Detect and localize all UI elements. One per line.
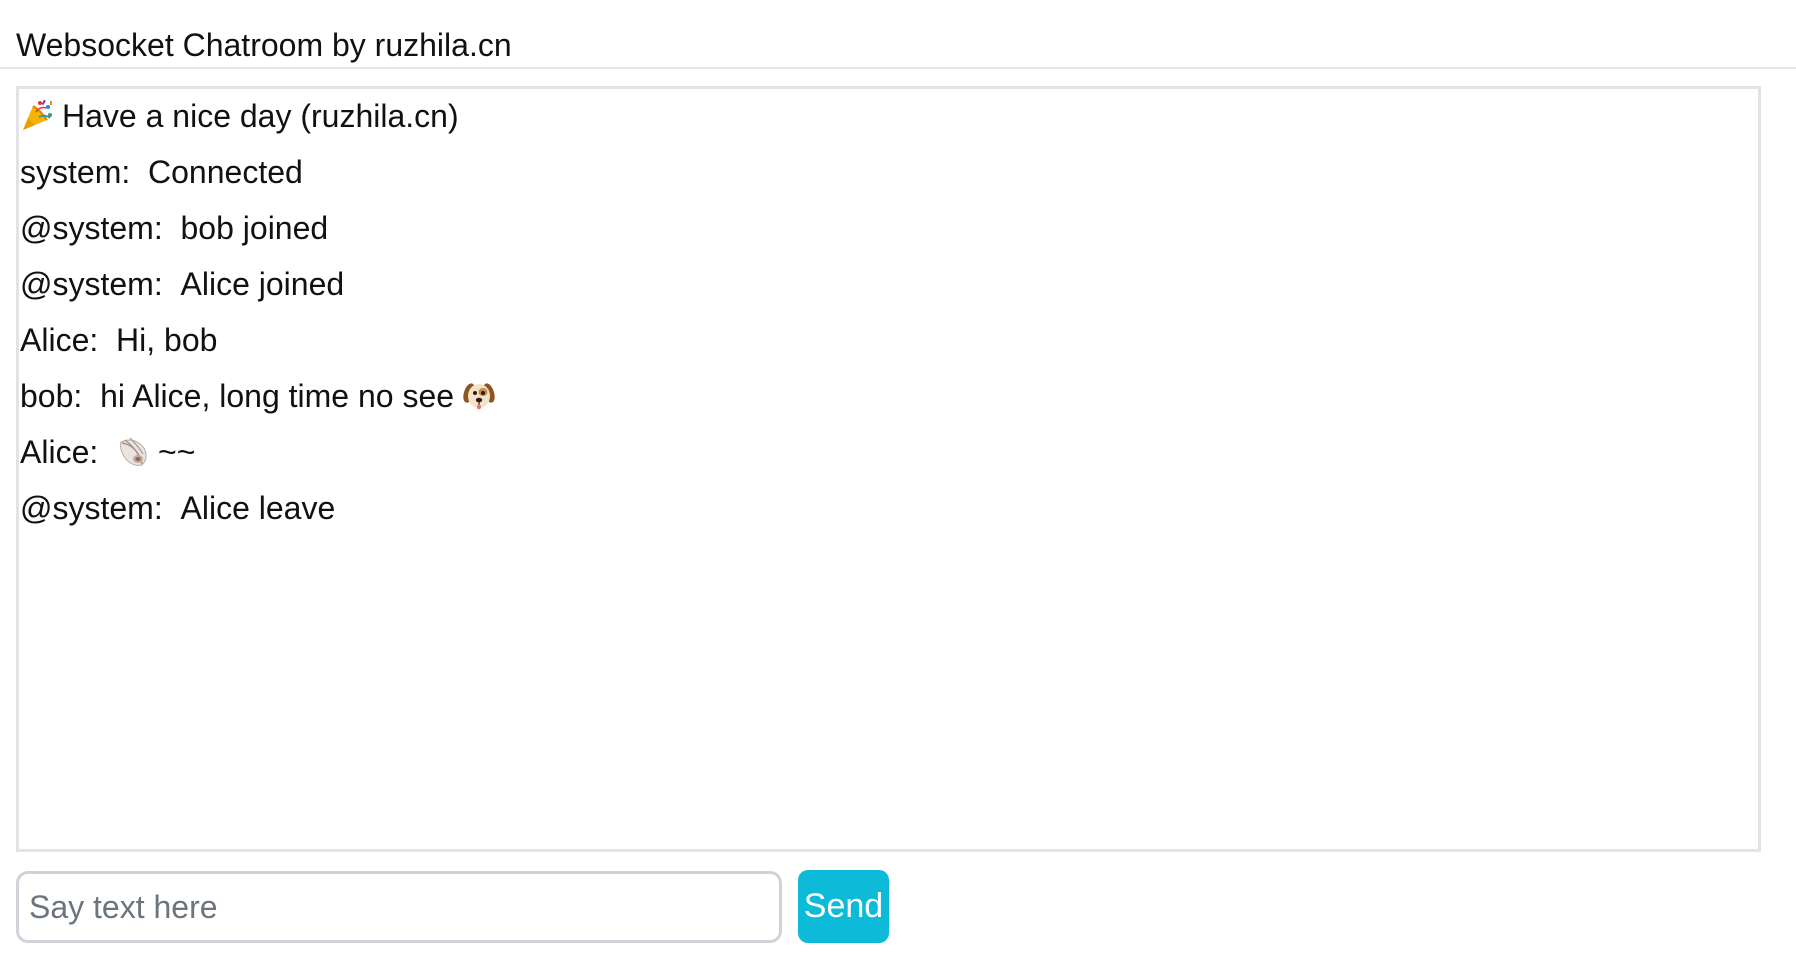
message-sender: Alice xyxy=(20,434,116,470)
spiral-shell-icon xyxy=(116,434,150,468)
send-button[interactable]: Send xyxy=(798,870,889,943)
message-text: Alice leave xyxy=(180,490,336,526)
message-text: Connected xyxy=(148,154,303,190)
chat-message: bobhi Alice, long time no see xyxy=(20,375,496,431)
party-popper-icon xyxy=(20,98,54,132)
dog-face-icon xyxy=(462,378,496,412)
chat-message: @systemAlice joined xyxy=(20,263,496,319)
message-sender: @system xyxy=(20,490,181,526)
message-text: hi Alice, long time no see xyxy=(100,378,455,414)
header: Websocket Chatroom by ruzhila.cn xyxy=(0,0,1796,69)
message-sender: Alice xyxy=(20,322,116,358)
message-text: Alice joined xyxy=(180,266,345,302)
message-input[interactable] xyxy=(16,871,782,943)
chat-log[interactable]: Have a nice day (ruzhila.cn) systemConne… xyxy=(16,86,1761,852)
banner-message: Have a nice day (ruzhila.cn) xyxy=(20,95,496,151)
message-text: ~~ xyxy=(158,434,196,470)
chat-message: @systemAlice leave xyxy=(20,487,496,543)
message-sender: system xyxy=(20,154,148,190)
page-title: Websocket Chatroom by ruzhila.cn xyxy=(16,27,512,63)
banner-text: Have a nice day (ruzhila.cn) xyxy=(62,98,459,134)
chatroom-page: Websocket Chatroom by ruzhila.cn Have a … xyxy=(0,0,1796,980)
message-text: Hi, bob xyxy=(116,322,218,358)
chat-message: systemConnected xyxy=(20,151,496,207)
message-sender: @system xyxy=(20,210,181,246)
message-sender: bob xyxy=(20,378,100,414)
chat-message: AliceHi, bob xyxy=(20,319,496,375)
chat-message: Alice ~~ xyxy=(20,431,496,487)
chat-message: @systembob joined xyxy=(20,207,496,263)
message-list: Have a nice day (ruzhila.cn) systemConne… xyxy=(20,95,496,543)
message-sender: @system xyxy=(20,266,181,302)
message-text: bob joined xyxy=(180,210,329,246)
